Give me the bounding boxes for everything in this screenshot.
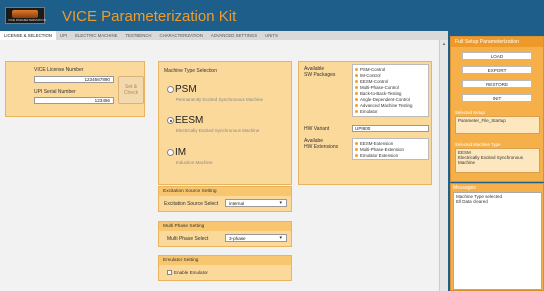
status-dot-icon — [355, 109, 358, 113]
status-dot-icon — [355, 97, 358, 101]
chevron-down-icon: ▾ — [279, 235, 282, 241]
selected-setup-value: Parameter_File_Startup — [458, 118, 506, 123]
status-dot-icon — [355, 103, 358, 107]
message-line: Ell Data cleared — [456, 199, 488, 205]
selected-setup-label: Selected Setup — [455, 110, 485, 115]
checkbox-box[interactable] — [167, 270, 172, 275]
excitation-panel: Excitation Source Setting Excitation Sou… — [158, 186, 292, 212]
logo-mark-icon — [12, 10, 38, 18]
excitation-select-value: internal — [229, 201, 245, 206]
im-description: Induction Machine — [176, 160, 213, 165]
emulator-panel: Emulator Setting Enable Emulator — [158, 255, 292, 281]
messages-heading: Messages — [453, 185, 476, 191]
tab-advanced-settings[interactable]: ADVANCED SETTINGS — [207, 31, 261, 40]
license-number-field[interactable]: 1234567890 — [34, 76, 114, 83]
main-content: VICE License Number 1234567890 UPI Seria… — [0, 40, 448, 291]
psm-description: Permanently Excited Synchronous Machine — [176, 97, 264, 102]
status-dot-icon — [355, 85, 358, 89]
multiphase-select-label: Multi Phase Select — [167, 236, 209, 242]
radio-im-label: IM — [175, 147, 187, 158]
load-button[interactable]: LOAD — [462, 52, 532, 60]
packages-panel: Available SW Packages PSM-Control IM-Con… — [298, 61, 432, 185]
enable-emulator-label: Enable Emulator — [174, 270, 208, 275]
status-dot-icon — [355, 67, 358, 71]
excitation-heading: Excitation Source Setting — [159, 187, 291, 196]
app-title: VICE Parameterization Kit — [62, 8, 237, 25]
emulator-heading: Emulator Setting — [159, 256, 291, 265]
logo-text: VICE PARAMETERIZATION — [8, 18, 46, 22]
multiphase-heading: Multi Phase Setting — [159, 222, 291, 231]
status-dot-icon — [355, 73, 358, 77]
radio-psm-dot[interactable] — [167, 86, 174, 93]
tab-characterization[interactable]: CHARACTERIZATION — [155, 31, 206, 40]
machine-type-heading: Machine Type Selection — [164, 68, 217, 74]
eesm-description: Electrically Excited Synchronous Machine — [176, 128, 260, 133]
chevron-down-icon: ▾ — [279, 200, 282, 206]
tab-testbench[interactable]: TESTBENCH — [121, 31, 155, 40]
init-button[interactable]: INIT — [462, 94, 532, 102]
main-scrollbar[interactable]: ▲ — [439, 40, 448, 291]
status-dot-icon — [355, 91, 358, 95]
tab-license-selection[interactable]: LICENSE & SELECTION — [0, 31, 56, 40]
license-panel: VICE License Number 1234567890 UPI Seria… — [5, 61, 145, 117]
status-dot-icon — [355, 147, 358, 151]
multiphase-panel: Multi Phase Setting Multi Phase Select 3… — [158, 221, 292, 247]
tab-units[interactable]: UNITS — [261, 31, 282, 40]
status-dot-icon — [355, 79, 358, 83]
radio-psm[interactable]: PSM — [167, 84, 197, 95]
hw-variant-label: HW Variant — [304, 126, 330, 132]
sw-packages-list: PSM-Control IM-Control EESM-Control Mult… — [352, 64, 429, 117]
set-check-button[interactable]: Set & Check — [118, 76, 144, 104]
status-dot-icon — [355, 153, 358, 157]
messages-panel: Messages Machine Type selected Ell Data … — [450, 183, 544, 291]
serial-number-label: UPI Serial Number — [34, 89, 76, 95]
enable-emulator-checkbox[interactable]: Enable Emulator — [167, 270, 208, 275]
hw-extensions-label-line2: HW Extensions — [304, 144, 339, 150]
scroll-up-icon[interactable]: ▲ — [442, 41, 446, 46]
full-setup-panel: Full Setup Parameterization LOAD EXPORT … — [450, 36, 544, 182]
vice-logo: VICE PARAMETERIZATION — [5, 7, 46, 24]
multiphase-select[interactable]: 3-phase ▾ — [225, 234, 287, 242]
radio-psm-label: PSM — [175, 84, 197, 95]
selected-machine-box: EESM Electrically Excited Synchronous Ma… — [455, 148, 540, 173]
radio-eesm-dot[interactable] — [167, 117, 174, 124]
selected-setup-box: Parameter_File_Startup — [455, 116, 540, 134]
tab-upi[interactable]: UPI — [56, 31, 71, 40]
restore-button[interactable]: RESTORE — [462, 80, 532, 88]
app-header: VICE PARAMETERIZATION VICE Parameterizat… — [0, 0, 544, 26]
full-setup-heading: Full Setup Parameterization — [451, 37, 543, 47]
multiphase-select-value: 3-phase — [229, 236, 246, 241]
sw-packages-label-line2: SW Packages — [304, 72, 336, 78]
radio-eesm[interactable]: EESM — [167, 115, 203, 126]
radio-eesm-label: EESM — [175, 115, 204, 126]
main-tab-bar: LICENSE & SELECTION UPI ELECTRIC MACHINE… — [0, 31, 448, 40]
license-number-label: VICE License Number — [34, 67, 84, 73]
sw-package-item: Emulator — [355, 108, 426, 114]
excitation-select[interactable]: internal ▾ — [225, 199, 287, 207]
hw-extension-item: Emulator Extension — [355, 152, 426, 158]
set-check-label-line2: Check — [123, 90, 139, 96]
excitation-select-label: Excitation Source Select — [164, 201, 219, 207]
hw-extensions-list: EESM-Extension Multi-Phase-Extension Emu… — [352, 138, 429, 160]
serial-number-field[interactable]: 123456 — [34, 97, 114, 104]
selected-machine-label: Selected Machine Type — [455, 142, 501, 147]
machine-type-panel: Machine Type Selection PSM Permanently E… — [158, 61, 292, 185]
tab-electric-machine[interactable]: ELECTRIC MACHINE — [71, 31, 121, 40]
hw-variant-field[interactable]: UPI800 — [352, 125, 429, 132]
status-dot-icon — [355, 141, 358, 145]
messages-log: Machine Type selected Ell Data cleared — [453, 192, 542, 290]
radio-im-dot[interactable] — [167, 149, 174, 156]
export-button[interactable]: EXPORT — [462, 66, 532, 74]
selected-machine-desc: Electrically Excited Synchronous Machine — [458, 155, 524, 166]
radio-im[interactable]: IM — [167, 147, 186, 158]
